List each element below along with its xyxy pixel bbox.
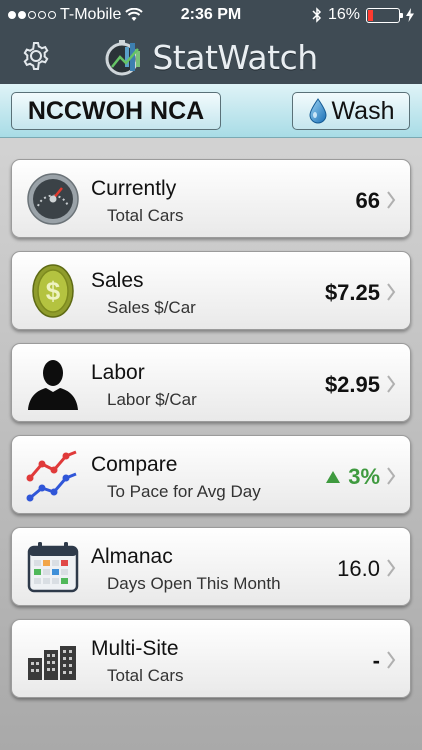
svg-text:$: $: [46, 276, 61, 306]
stat-card-sales[interactable]: $ Sales Sales $/Car $7.25: [11, 251, 411, 330]
wifi-icon: [125, 8, 144, 21]
speedometer-icon: [27, 173, 79, 225]
trend-lines-icon: [26, 450, 77, 502]
card-title: Labor: [91, 361, 145, 384]
card-subtitle: Sales $/Car: [107, 298, 196, 317]
stat-card-currently[interactable]: Currently Total Cars 66: [11, 159, 411, 238]
card-value: 3%: [348, 464, 380, 489]
stat-card-labor[interactable]: Labor Labor $/Car $2.95: [11, 343, 411, 422]
signal-strength-icon: [8, 11, 56, 19]
battery-percent: 16%: [327, 6, 360, 23]
chevron-right-icon: [387, 191, 396, 209]
carrier-label: T-Mobile: [60, 6, 122, 23]
bluetooth-icon: [312, 7, 322, 23]
person-silhouette-icon: [28, 360, 78, 410]
card-subtitle: To Pace for Avg Day: [107, 482, 261, 501]
card-value: 66: [355, 188, 380, 213]
card-title: Currently: [91, 177, 177, 200]
card-value: $2.95: [324, 372, 380, 397]
chevron-right-icon: [387, 467, 396, 485]
chevron-right-icon: [387, 283, 396, 301]
status-left: T-Mobile: [8, 6, 168, 24]
card-subtitle: Days Open This Month: [107, 574, 281, 593]
card-title: Compare: [91, 453, 178, 476]
charging-bolt-icon: [406, 8, 414, 22]
battery-icon: [366, 7, 403, 23]
buildings-icon: [28, 646, 76, 680]
chevron-right-icon: [387, 559, 396, 577]
battery-level: [368, 9, 374, 21]
status-time: 2:36 PM: [180, 6, 242, 23]
card-title: Almanac: [91, 545, 173, 568]
chevron-right-icon: [387, 651, 396, 669]
app-logo: StatWatch: [104, 37, 318, 77]
app-logo-text: StatWatch: [152, 37, 318, 77]
stat-card-multi-site[interactable]: Multi-Site Total Cars -: [11, 619, 411, 698]
card-value: -: [372, 648, 380, 673]
dollar-coin-icon: $: [32, 264, 74, 318]
card-subtitle: Total Cars: [107, 666, 184, 685]
wash-label: Wash: [331, 96, 395, 125]
card-subtitle: Labor $/Car: [107, 390, 197, 409]
stat-card-almanac[interactable]: Almanac Days Open This Month 16.0: [11, 527, 411, 606]
stopwatch-logo-icon: [105, 40, 141, 76]
stat-card-compare[interactable]: Compare To Pace for Avg Day 3%: [11, 435, 411, 514]
card-subtitle: Total Cars: [107, 206, 184, 225]
water-drop-icon: [308, 98, 327, 124]
status-right: 16%: [254, 6, 414, 24]
card-title: Multi-Site: [91, 637, 179, 660]
triangle-up-icon: [326, 471, 341, 483]
chevron-right-icon: [387, 375, 396, 393]
status-bar: T-Mobile 2:36 PM 16%: [0, 0, 422, 30]
wash-button[interactable]: Wash: [292, 92, 410, 130]
card-value: 16.0: [337, 556, 380, 581]
location-bar: NCCWOH NCA Wash: [0, 84, 422, 138]
card-value: $7.25: [324, 280, 380, 305]
calendar-icon: [27, 542, 79, 593]
site-selector-button[interactable]: NCCWOH NCA: [11, 92, 221, 130]
card-title: Sales: [91, 269, 144, 292]
gear-icon[interactable]: [20, 40, 52, 72]
app-header: StatWatch: [0, 30, 422, 84]
card-value-compare: 3%: [325, 464, 380, 490]
site-name: NCCWOH NCA: [27, 96, 205, 125]
